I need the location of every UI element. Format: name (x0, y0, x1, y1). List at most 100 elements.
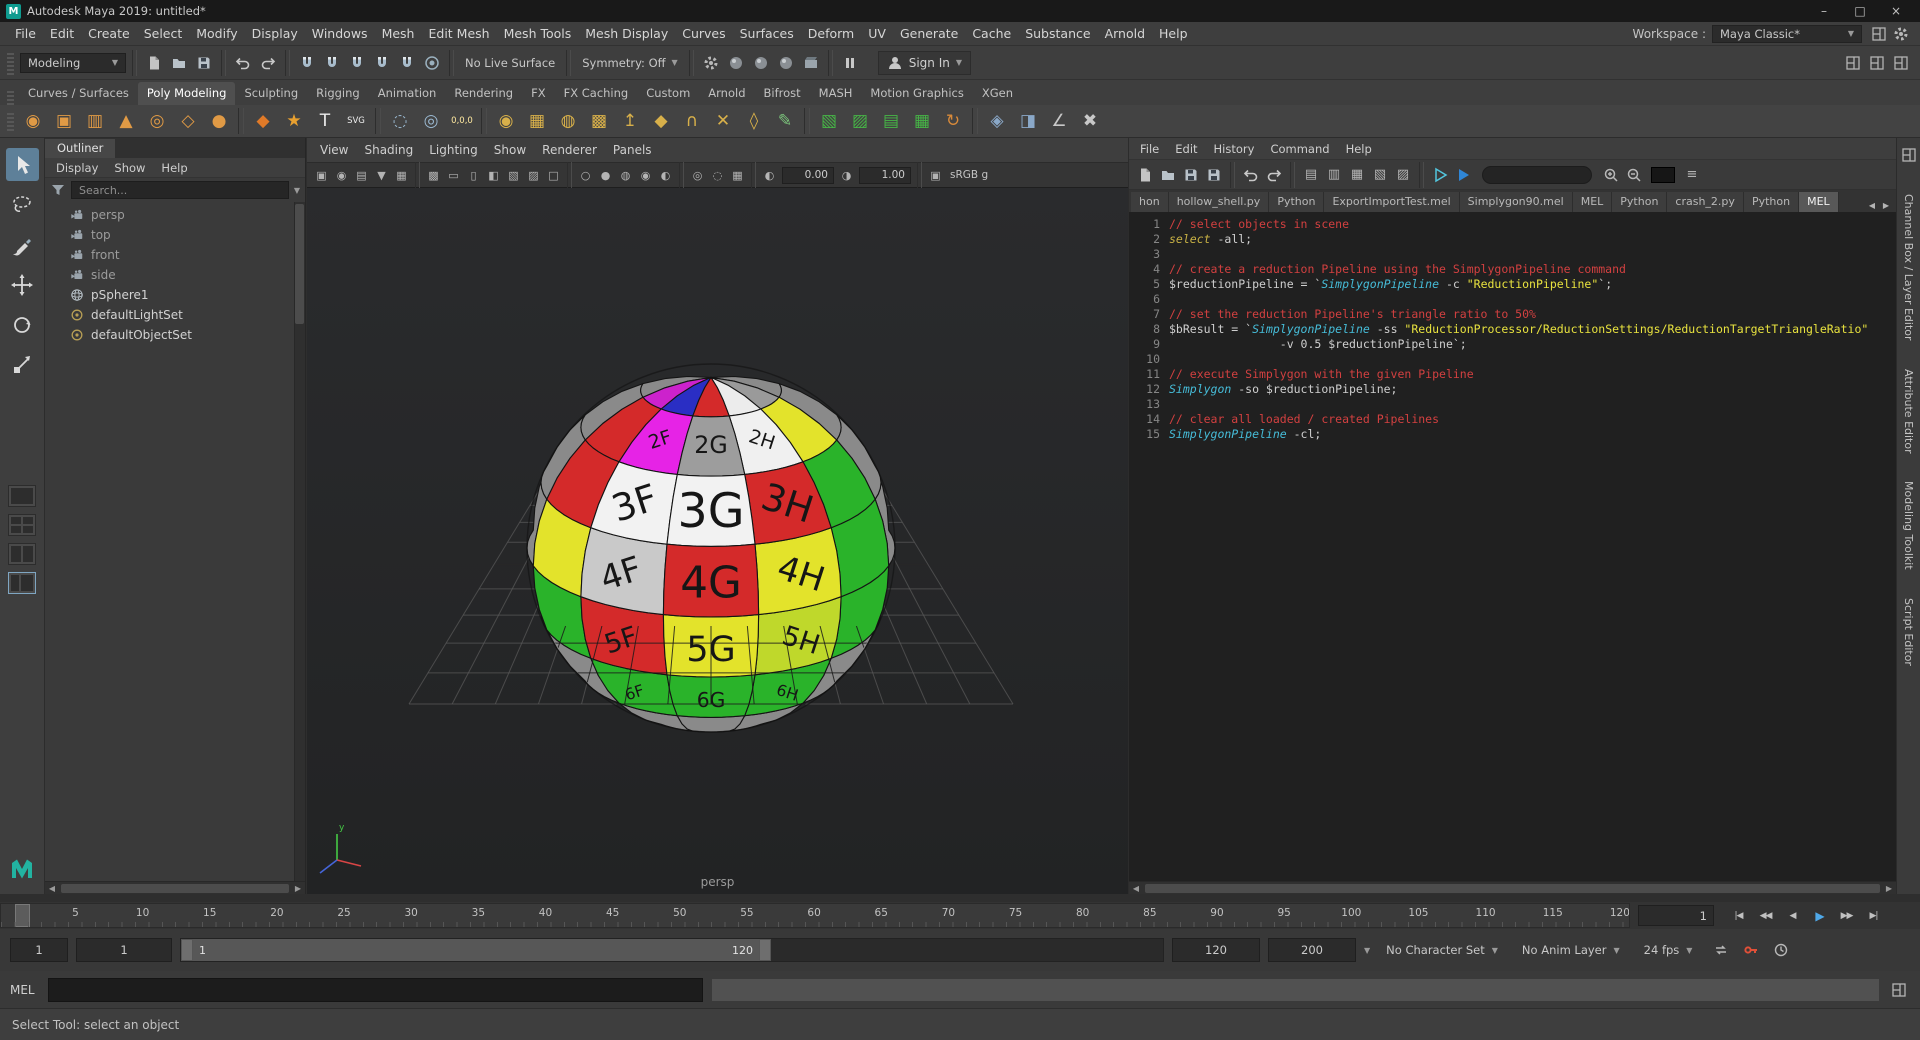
menu-mesh-display[interactable]: Mesh Display (578, 23, 675, 44)
status-separator[interactable] (221, 50, 226, 76)
menu-select[interactable]: Select (137, 23, 190, 44)
shelf-tab-poly-modeling[interactable]: Poly Modeling (138, 82, 236, 105)
script-tab-python-6[interactable]: Python (1612, 192, 1667, 212)
poly-cube-icon[interactable]: ▣ (49, 106, 79, 136)
command-line-input[interactable] (48, 978, 703, 1002)
viewport-menu-panels[interactable]: Panels (606, 141, 659, 159)
menu-arnold[interactable]: Arnold (1098, 23, 1152, 44)
save-scene-icon[interactable] (193, 52, 215, 74)
script-tab-hon-0[interactable]: hon (1131, 192, 1169, 212)
current-frame-field[interactable]: 1 (1638, 905, 1714, 926)
shelf-tab-arnold[interactable]: Arnold (699, 82, 754, 105)
menu-set-dropdown[interactable]: Modeling ▼ (20, 53, 126, 73)
construction-history-icon[interactable] (700, 52, 722, 74)
go-to-end-button[interactable]: ▶| (1861, 905, 1886, 926)
ao-icon[interactable]: ◎ (688, 166, 707, 185)
make-live-icon[interactable] (421, 52, 443, 74)
uv-planar-icon[interactable]: ▧ (814, 106, 844, 136)
outliner-item-front[interactable]: front (45, 245, 305, 265)
smooth-shade-icon[interactable]: ● (596, 166, 615, 185)
modeling-toolkit-toggle-icon[interactable] (1842, 52, 1864, 74)
outliner-menu-display[interactable]: Display (49, 159, 105, 177)
current-time-marker[interactable] (15, 904, 30, 927)
poly-plane-icon[interactable]: ◇ (173, 106, 203, 136)
step-back-frame-button[interactable]: ◀◀ (1753, 905, 1778, 926)
open-scene-icon[interactable] (168, 52, 190, 74)
workspace-settings-icon[interactable] (1868, 23, 1890, 45)
live-surface-label[interactable]: No Live Surface (460, 56, 560, 70)
pause-icon[interactable] (839, 52, 861, 74)
snap-to-point-icon[interactable] (346, 52, 368, 74)
move-tool[interactable] (6, 268, 39, 301)
resolution-gate-icon[interactable]: ▯ (464, 166, 483, 185)
script-color-swatch[interactable] (1651, 167, 1675, 183)
status-separator[interactable] (132, 50, 137, 76)
menu-deform[interactable]: Deform (801, 23, 861, 44)
sidebar-tab-modeling-toolkit[interactable]: Modeling Toolkit (1902, 481, 1915, 570)
status-separator[interactable] (566, 50, 571, 76)
safe-title-icon[interactable]: □ (544, 166, 563, 185)
menu-uv[interactable]: UV (861, 23, 893, 44)
outliner-item-defaultobjectset[interactable]: defaultObjectSet (45, 325, 305, 345)
command-language-label[interactable]: MEL (10, 983, 40, 997)
shelf-tab-curves-surfaces[interactable]: Curves / Surfaces (19, 82, 138, 105)
menu-edit-mesh[interactable]: Edit Mesh (421, 23, 496, 44)
fps-dropdown[interactable]: 24 fps ▼ (1636, 938, 1701, 962)
playback-range-bar[interactable]: 1 120 (181, 939, 771, 961)
script-search-input[interactable] (1482, 166, 1592, 184)
script-tab-exportimporttest-mel-3[interactable]: ExportImportTest.mel (1324, 192, 1459, 212)
gate-mask-icon[interactable]: ◧ (484, 166, 503, 185)
super-shape-icon[interactable]: ★ (279, 106, 309, 136)
shelf-grip-handle[interactable] (7, 89, 14, 105)
color-management-icon[interactable]: ▣ (926, 166, 945, 185)
snap-to-view-plane-icon[interactable] (396, 52, 418, 74)
scrollbar-thumb[interactable] (1145, 884, 1880, 893)
multi-cut-icon[interactable]: ✕ (708, 106, 738, 136)
uv-camera-icon[interactable]: ▤ (876, 106, 906, 136)
save-script-as-icon[interactable] (1204, 165, 1224, 185)
shelf-tab-motion-graphics[interactable]: Motion Graphics (861, 82, 972, 105)
shelf-icons-grip-handle[interactable] (7, 111, 14, 131)
anim-layer-dropdown[interactable]: No Anim Layer ▼ (1514, 938, 1628, 962)
script-tab-python-2[interactable]: Python (1269, 192, 1324, 212)
step-forward-frame-button[interactable]: ▶▶ (1834, 905, 1859, 926)
menu-help[interactable]: Help (1152, 23, 1195, 44)
quad-draw-icon[interactable]: ✎ (770, 106, 800, 136)
snap-to-curve-icon[interactable] (321, 52, 343, 74)
save-script-icon[interactable] (1181, 165, 1201, 185)
lasso-tool[interactable] (6, 188, 39, 221)
viewport-menu-lighting[interactable]: Lighting (422, 141, 485, 159)
poly-sphere-icon[interactable]: ◉ (18, 106, 48, 136)
open-render-view-icon[interactable] (725, 52, 747, 74)
viewport-3d-scene[interactable]: 6F6H6G5F5H2F2H2G5G4F4H3F3H3G4Gy (307, 188, 1126, 894)
undo-icon[interactable] (232, 52, 254, 74)
lighting-icon[interactable]: ◉ (636, 166, 655, 185)
outliner-item-persp[interactable]: persp (45, 205, 305, 225)
auto-keyframe-icon[interactable] (1738, 937, 1764, 963)
outliner-title[interactable]: Outliner (45, 139, 115, 158)
status-grip-handle[interactable] (7, 51, 14, 75)
menu-generate[interactable]: Generate (893, 23, 965, 44)
maximize-button[interactable]: □ (1842, 0, 1878, 22)
bookmarks-icon[interactable]: ▼ (372, 166, 391, 185)
menu-mesh-tools[interactable]: Mesh Tools (497, 23, 579, 44)
exposure-icon[interactable]: ◐ (760, 166, 779, 185)
origin-tool-icon[interactable]: 0,0,0 (447, 106, 477, 136)
playback-start-field[interactable]: 1 (76, 938, 172, 962)
field-chart-icon[interactable]: ▧ (504, 166, 523, 185)
workspace-dropdown[interactable]: Maya Classic* ▼ (1712, 25, 1862, 43)
range-end-handle[interactable] (759, 939, 771, 961)
viewport-menu-view[interactable]: View (313, 141, 355, 159)
script-tab-python-8[interactable]: Python (1744, 192, 1799, 212)
film-gate-icon[interactable]: ▭ (444, 166, 463, 185)
clear-history-icon[interactable]: ▤ (1301, 165, 1321, 185)
viewport-menu-shading[interactable]: Shading (357, 141, 420, 159)
script-tab-mel-9[interactable]: MEL (1799, 192, 1839, 212)
shelf-tab-rendering[interactable]: Rendering (445, 82, 522, 105)
redo-icon[interactable] (257, 52, 279, 74)
smooth-icon[interactable]: ▩ (584, 106, 614, 136)
platonic-solid-icon[interactable]: ◆ (248, 106, 278, 136)
exposure-field[interactable]: 0.00 (782, 167, 834, 184)
layout-two-pane[interactable] (8, 543, 36, 565)
motion-blur-icon[interactable]: ◌ (708, 166, 727, 185)
